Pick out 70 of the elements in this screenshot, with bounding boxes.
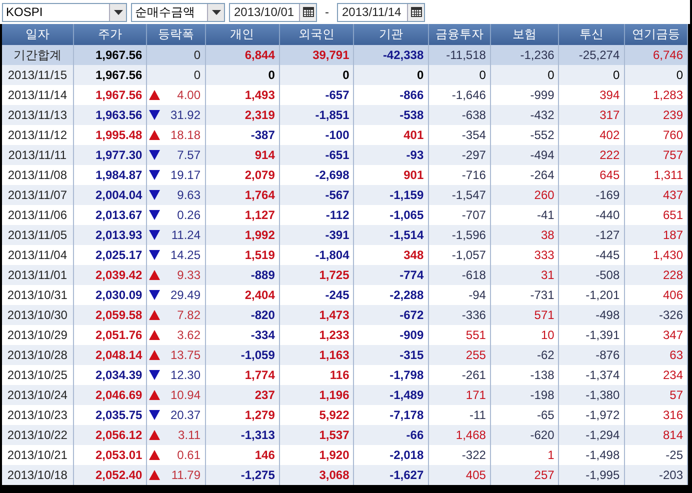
down-triangle-icon bbox=[149, 210, 160, 220]
up-triangle-icon bbox=[149, 450, 160, 460]
down-triangle-icon bbox=[149, 110, 160, 120]
table-cell: -1,275 bbox=[205, 465, 280, 485]
change-cell: 3.62 bbox=[177, 328, 201, 342]
change-cell: 7.82 bbox=[177, 308, 201, 322]
down-triangle-icon bbox=[149, 150, 160, 160]
up-triangle-icon bbox=[149, 330, 160, 340]
calendar-icon bbox=[410, 7, 422, 17]
column-header[interactable]: 보험 bbox=[490, 24, 559, 45]
dropdown-button[interactable] bbox=[207, 4, 224, 20]
dropdown-button[interactable] bbox=[109, 4, 126, 20]
down-triangle-icon bbox=[149, 410, 160, 420]
column-header[interactable]: 주가 bbox=[73, 24, 147, 45]
price-cell: 2,052.40 bbox=[73, 465, 147, 485]
column-header[interactable]: 금융투자 bbox=[428, 24, 490, 45]
change-cell: 11.24 bbox=[171, 228, 201, 242]
up-triangle-icon bbox=[149, 430, 160, 440]
column-header[interactable]: 등락폭 bbox=[146, 24, 206, 45]
change-cell: 9.63 bbox=[177, 188, 201, 202]
table-cell: -1,627 bbox=[354, 465, 428, 485]
change-cell: 0.26 bbox=[177, 208, 201, 222]
change-cell: 31.92 bbox=[170, 108, 201, 122]
change-cell: 4.00 bbox=[177, 88, 201, 102]
table-cell: 3,068 bbox=[279, 465, 354, 485]
column-header[interactable]: 연기금등 bbox=[624, 24, 688, 45]
column-header[interactable]: 외국인 bbox=[279, 24, 354, 45]
up-triangle-icon bbox=[149, 390, 160, 400]
up-triangle-icon bbox=[149, 270, 160, 280]
down-triangle-icon bbox=[149, 230, 160, 240]
column-header[interactable]: 일자 bbox=[2, 24, 74, 45]
change-cell: 14.25 bbox=[170, 248, 201, 262]
change-cell: 3.11 bbox=[178, 428, 201, 442]
date-separator: - bbox=[324, 5, 330, 19]
down-triangle-icon bbox=[149, 370, 160, 380]
calendar-icon bbox=[302, 7, 314, 17]
table-cell: -1,995 bbox=[558, 465, 624, 485]
change-cell: 12.30 bbox=[170, 368, 201, 382]
change-cell: 0 bbox=[194, 68, 201, 82]
table-cell: 257 bbox=[490, 465, 559, 485]
change-cell: 0.61 bbox=[177, 448, 201, 462]
change-cell: 13.75 bbox=[170, 348, 201, 362]
change-cell: 9.33 bbox=[177, 268, 201, 282]
up-triangle-icon bbox=[149, 310, 160, 320]
caret-icon bbox=[114, 10, 122, 14]
down-triangle-icon bbox=[149, 190, 160, 200]
up-triangle-icon bbox=[149, 90, 160, 100]
caret-icon bbox=[212, 10, 220, 14]
change-cell: 29.49 bbox=[170, 288, 201, 302]
table-cell: 405 bbox=[428, 465, 490, 485]
column-header[interactable]: 기관 bbox=[354, 24, 428, 45]
table-cell: -203 bbox=[624, 465, 688, 485]
column-header[interactable]: 투신 bbox=[558, 24, 624, 45]
column-header[interactable]: 개인 bbox=[205, 24, 280, 45]
down-triangle-icon bbox=[149, 250, 160, 260]
change-cell: 20.37 bbox=[170, 408, 201, 422]
calendar-button[interactable] bbox=[299, 4, 316, 20]
up-triangle-icon bbox=[149, 130, 160, 140]
change-cell: 10.94 bbox=[170, 388, 201, 402]
up-triangle-icon bbox=[149, 350, 160, 360]
calendar-button[interactable] bbox=[407, 4, 424, 20]
up-triangle-icon bbox=[149, 470, 160, 480]
date-cell: 2013/10/18 bbox=[2, 465, 74, 485]
down-triangle-icon bbox=[149, 170, 160, 180]
change-cell: 0 bbox=[194, 48, 201, 62]
change-cell: 19.17 bbox=[170, 168, 201, 182]
change-cell: 18.18 bbox=[170, 128, 201, 142]
change-cell: 7.57 bbox=[177, 148, 201, 162]
down-triangle-icon bbox=[149, 290, 160, 300]
change-cell: 11.79 bbox=[171, 468, 201, 482]
